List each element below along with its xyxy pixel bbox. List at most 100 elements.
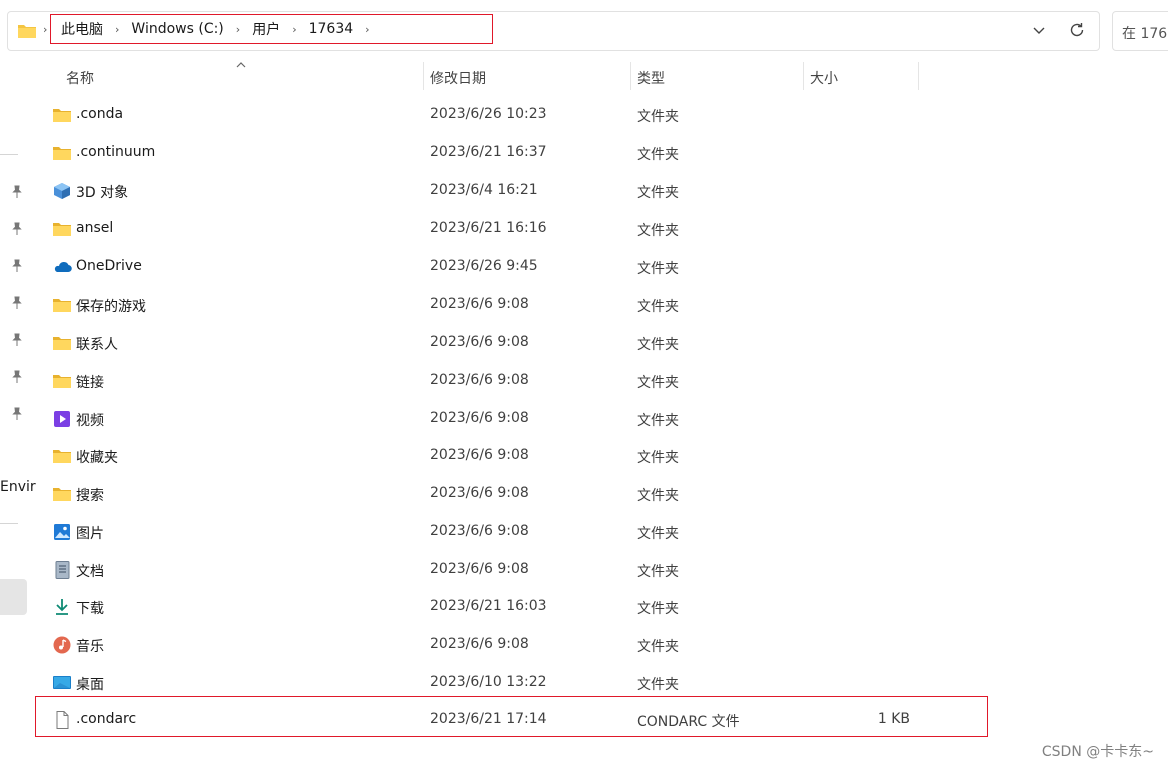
documents-icon [55,561,70,579]
table-row[interactable]: 视频 2023/6/6 9:08 文件夹 [36,400,988,438]
table-row[interactable]: 文档 2023/6/6 9:08 文件夹 [36,551,988,589]
breadcrumb-user-folder[interactable]: 17634 [309,21,354,37]
table-row[interactable]: 搜索 2023/6/6 9:08 文件夹 [36,475,988,513]
file-name: 3D 对象 [76,185,129,201]
file-date: 2023/6/26 10:23 [430,106,547,122]
sort-ascending-icon [236,62,246,68]
file-type: 文件夹 [637,147,679,163]
file-date: 2023/6/21 16:16 [430,220,547,236]
pin-icon[interactable] [10,296,24,310]
chevron-right-icon[interactable]: › [115,23,119,36]
table-row[interactable]: .conda 2023/6/26 10:23 文件夹 [36,96,988,134]
file-type: 文件夹 [637,450,679,466]
file-name: 视频 [76,413,104,429]
refresh-icon[interactable] [1068,21,1086,39]
pin-icon[interactable] [10,370,24,384]
column-header-name[interactable]: 名称 [66,68,94,87]
file-type: 文件夹 [637,639,679,655]
table-row[interactable]: 链接 2023/6/6 9:08 文件夹 [36,362,988,400]
file-date: 2023/6/6 9:08 [430,372,529,388]
file-name: 文档 [76,564,104,580]
chevron-right-icon[interactable]: › [43,23,47,36]
folder-icon [53,109,71,122]
chevron-down-icon[interactable] [1031,22,1047,38]
table-row[interactable]: OneDrive 2023/6/26 9:45 文件夹 [36,248,988,286]
file-date: 2023/6/6 9:08 [430,561,529,577]
nav-divider [0,154,18,155]
breadcrumb-users[interactable]: 用户 [252,19,280,39]
chevron-right-icon[interactable]: › [236,23,240,36]
file-name: 图片 [76,526,104,542]
pin-icon[interactable] [10,407,24,421]
table-row[interactable]: 音乐 2023/6/6 9:08 文件夹 [36,626,988,664]
file-name: 音乐 [76,639,104,655]
file-type: 文件夹 [637,601,679,617]
column-divider[interactable] [423,62,424,90]
column-header-type[interactable]: 类型 [637,68,665,87]
column-divider[interactable] [630,62,631,90]
chevron-right-icon[interactable]: › [365,23,369,36]
folder-icon [53,147,71,160]
table-row[interactable]: 联系人 2023/6/6 9:08 文件夹 [36,324,988,362]
file-date: 2023/6/6 9:08 [430,636,529,652]
file-date: 2023/6/21 16:37 [430,144,547,160]
file-date: 2023/6/4 16:21 [430,182,538,198]
file-name: 搜索 [76,488,104,504]
links-folder-icon [53,375,71,388]
pin-icon[interactable] [10,222,24,236]
chevron-right-icon[interactable]: › [292,23,296,36]
videos-icon [54,411,70,427]
file-name: .continuum [76,144,156,160]
file-date: 2023/6/26 9:45 [430,258,538,274]
file-date: 2023/6/6 9:08 [430,296,529,312]
nav-divider [0,523,18,524]
column-divider[interactable] [918,62,919,90]
file-type: 文件夹 [637,413,679,429]
table-row[interactable]: 3D 对象 2023/6/4 16:21 文件夹 [36,172,988,210]
nav-item-selected[interactable] [0,579,27,615]
file-type: 文件夹 [637,564,679,580]
file-type: 文件夹 [637,109,679,125]
file-name: 链接 [76,375,104,391]
3d-objects-icon [54,183,70,199]
table-row[interactable]: 下载 2023/6/21 16:03 文件夹 [36,588,988,626]
file-name: 桌面 [76,677,104,693]
music-icon [53,636,71,654]
folder-icon [53,223,71,236]
file-name: OneDrive [76,258,142,274]
breadcrumb-this-pc[interactable]: 此电脑 [61,19,103,39]
breadcrumb-windows-c[interactable]: Windows (C:) [131,21,223,37]
table-row[interactable]: 图片 2023/6/6 9:08 文件夹 [36,513,988,551]
saved-games-folder-icon [53,299,71,312]
column-header-size[interactable]: 大小 [810,68,838,87]
file-type: 文件夹 [637,488,679,504]
nav-item-label[interactable]: Envir [0,479,36,495]
search-input[interactable]: 在 17634 中搜索 [1112,11,1168,51]
highlight-box [35,696,988,737]
table-row[interactable]: .continuum 2023/6/21 16:37 文件夹 [36,134,988,172]
file-date: 2023/6/6 9:08 [430,334,529,350]
file-date: 2023/6/6 9:08 [430,523,529,539]
file-name: 收藏夹 [76,450,118,466]
pin-icon[interactable] [10,185,24,199]
file-date: 2023/6/21 16:03 [430,598,547,614]
searches-folder-icon [53,488,71,501]
desktop-icon [53,676,71,689]
table-row[interactable]: 收藏夹 2023/6/6 9:08 文件夹 [36,437,988,475]
pin-icon[interactable] [10,333,24,347]
file-type: 文件夹 [637,185,679,201]
table-row[interactable]: 保存的游戏 2023/6/6 9:08 文件夹 [36,286,988,324]
pictures-icon [54,524,70,540]
file-name: .conda [76,106,124,122]
pin-icon[interactable] [10,259,24,273]
folder-icon [18,25,36,38]
column-divider[interactable] [803,62,804,90]
file-type: 文件夹 [637,526,679,542]
column-header-date[interactable]: 修改日期 [430,68,486,87]
file-date: 2023/6/10 13:22 [430,674,547,690]
onedrive-cloud-icon [54,261,72,273]
file-type: 文件夹 [637,337,679,353]
file-type: 文件夹 [637,677,679,693]
address-bar[interactable]: › 此电脑 › Windows (C:) › 用户 › 17634 › [7,11,1100,51]
table-row[interactable]: ansel 2023/6/21 16:16 文件夹 [36,210,988,248]
